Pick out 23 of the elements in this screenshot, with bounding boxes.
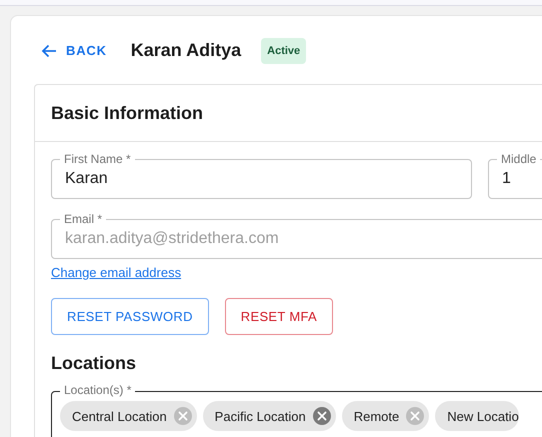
location-chip[interactable]: Remote (342, 401, 430, 431)
back-arrow-icon (41, 44, 57, 58)
reset-mfa-button[interactable]: RESET MFA (224, 298, 333, 335)
remove-icon[interactable] (312, 407, 331, 425)
remove-icon[interactable] (174, 407, 192, 425)
field-label: Location(s) * (60, 383, 136, 397)
section-heading: Locations (51, 353, 138, 374)
location-chip[interactable]: Pacific Location (202, 401, 336, 431)
field-label: Email * (60, 212, 106, 226)
field-value: karan.aditya@stridethera.com (65, 230, 279, 248)
field-label: Middle (497, 152, 540, 166)
field-label: First Name * (60, 152, 135, 166)
location-chip[interactable]: Central Location (60, 401, 197, 431)
status-badge: Active (261, 38, 306, 64)
back-button[interactable]: BACK (39, 36, 109, 64)
remove-icon[interactable] (406, 407, 424, 425)
user-name-title: Karan Aditya (130, 40, 242, 61)
field-value: Karan (65, 170, 108, 188)
location-chip[interactable]: New Locatio (435, 401, 519, 431)
section-heading: Basic Information (51, 102, 204, 124)
reset-password-button[interactable]: RESET PASSWORD (51, 298, 209, 335)
change-email-link[interactable]: Change email address (51, 265, 182, 280)
field-value: 1 (502, 170, 511, 188)
